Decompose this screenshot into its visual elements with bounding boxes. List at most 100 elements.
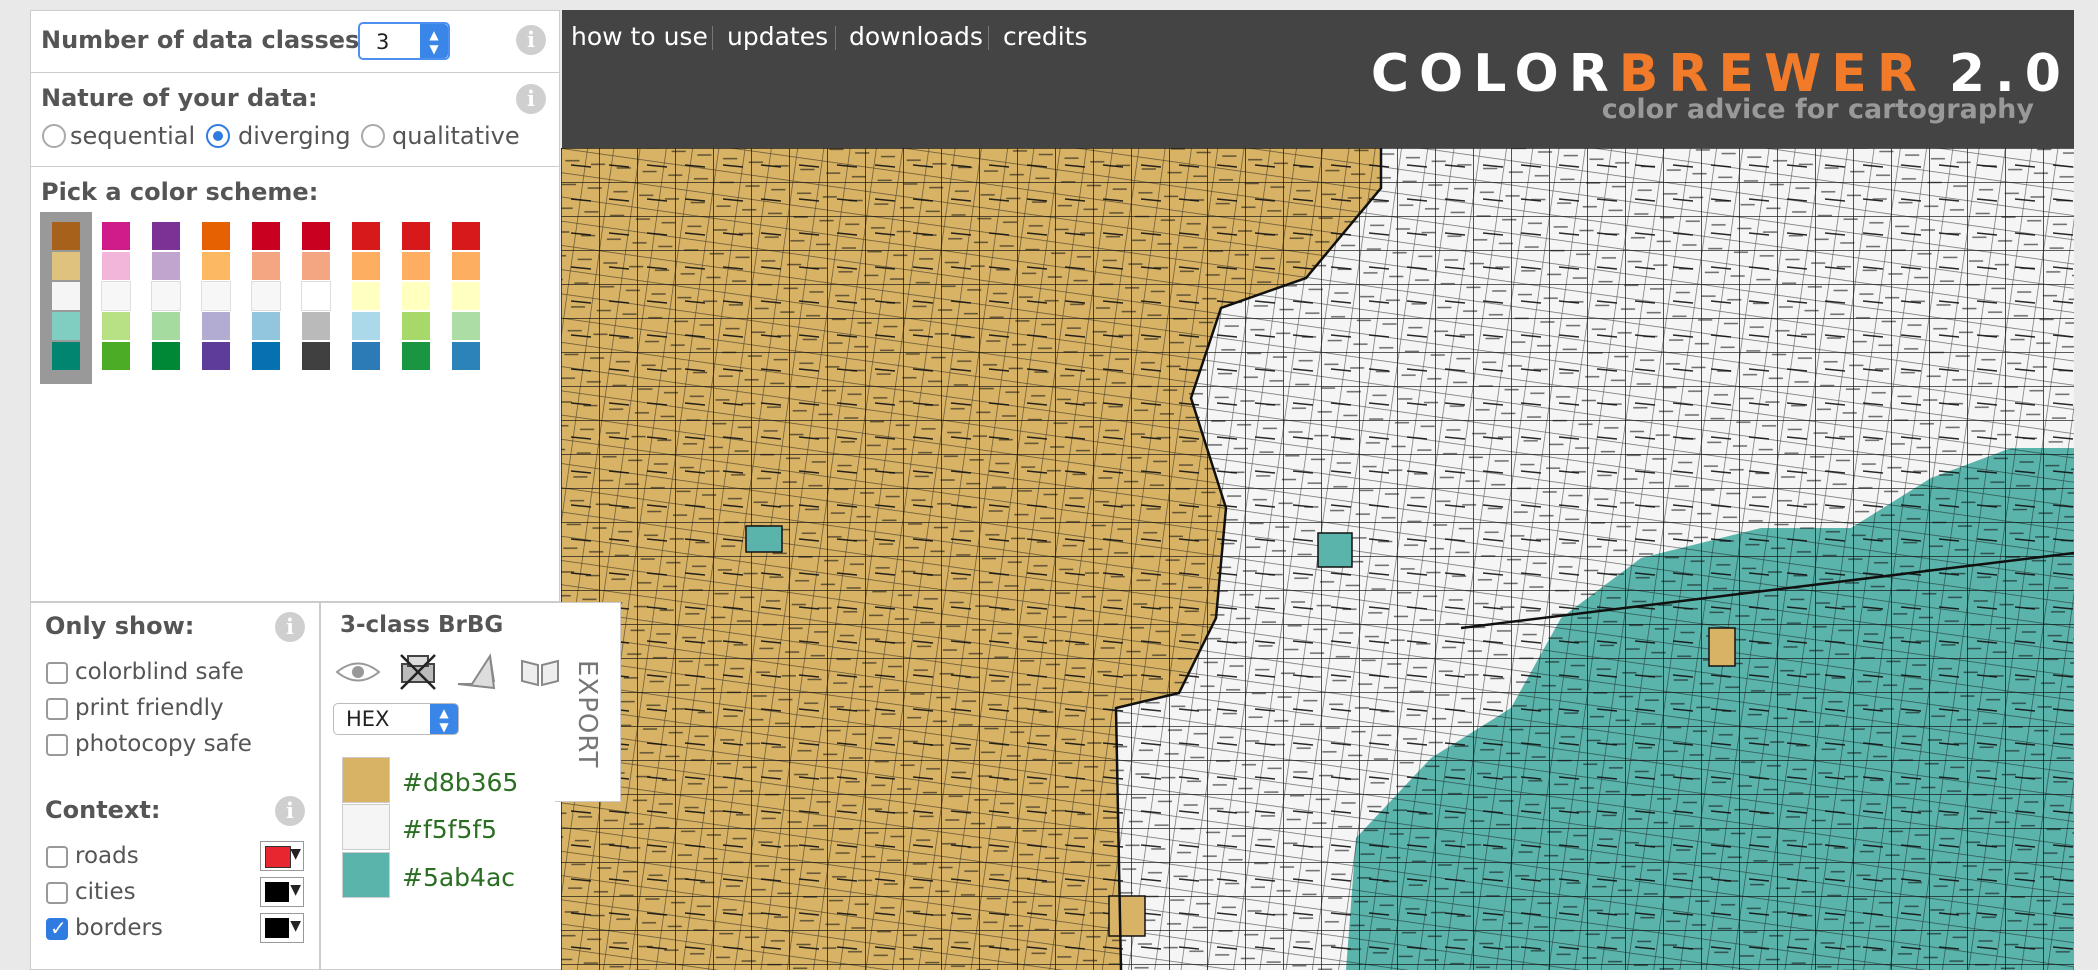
eye-icon[interactable]	[334, 657, 382, 687]
colorblind-safe-label: colorblind safe	[75, 659, 244, 685]
radio-sequential[interactable]	[42, 124, 66, 148]
nav-credits[interactable]: credits	[1003, 22, 1088, 51]
num-classes-select[interactable]: 3 ▲ ▼	[358, 22, 450, 60]
nav-downloads[interactable]: downloads	[849, 22, 983, 51]
scheme-swatch	[452, 282, 480, 310]
scheme-swatch	[101, 281, 131, 311]
book-icon[interactable]	[518, 657, 562, 689]
legend-hex-3[interactable]: #5ab4ac	[402, 863, 515, 892]
legend-hex-1[interactable]: #d8b365	[402, 768, 518, 797]
scheme-swatch	[201, 281, 231, 311]
scheme-swatch	[302, 342, 330, 370]
chevron-down-icon: ▼	[290, 846, 301, 862]
scheme-swatch	[402, 252, 430, 280]
nav-separator	[835, 26, 836, 50]
print-friendly-checkbox[interactable]	[46, 698, 68, 720]
scheme-swatch	[402, 312, 430, 340]
scheme-swatch	[152, 252, 180, 280]
roads-color-picker[interactable]: ▼	[260, 841, 304, 871]
nav-how-to-use[interactable]: how to use	[571, 22, 708, 51]
radio-diverging[interactable]	[206, 124, 230, 148]
nav-separator	[988, 26, 989, 50]
scheme-swatch	[251, 281, 281, 311]
scheme-rdylbu[interactable]	[350, 222, 382, 372]
colorblind-safe-checkbox[interactable]	[46, 662, 68, 684]
scheme-swatch	[352, 222, 380, 250]
cities-color-picker[interactable]: ▼	[260, 877, 304, 907]
scheme-swatch	[302, 312, 330, 340]
photocopy-safe-checkbox[interactable]	[46, 734, 68, 756]
format-select[interactable]: HEX ▲ ▼	[333, 703, 459, 735]
nav-separator	[712, 26, 713, 50]
photocopy-safe-label: photocopy safe	[75, 731, 252, 757]
borders-color-swatch	[265, 918, 289, 938]
scheme-swatch	[302, 222, 330, 250]
laptop-icon[interactable]	[454, 652, 500, 692]
legend-swatch-3	[342, 852, 390, 898]
scheme-swatch	[402, 282, 430, 310]
scheme-swatch	[102, 312, 130, 340]
info-icon[interactable]: i	[275, 612, 305, 642]
borders-label: borders	[75, 915, 163, 941]
scheme-swatch	[151, 281, 181, 311]
nav-updates[interactable]: updates	[727, 22, 828, 51]
map-county-high	[1317, 532, 1353, 568]
scheme-swatch	[202, 342, 230, 370]
printer-crossed-icon[interactable]	[398, 652, 438, 692]
scheme-swatch	[52, 252, 80, 280]
borders-color-picker[interactable]: ▼	[260, 913, 304, 943]
scheme-swatch	[252, 222, 280, 250]
scheme-piyg[interactable]	[100, 222, 132, 372]
radio-qualitative[interactable]	[361, 124, 385, 148]
scheme-rdbu[interactable]	[250, 222, 282, 372]
divider	[31, 166, 559, 167]
scheme-swatch	[102, 222, 130, 250]
scheme-swatch	[452, 252, 480, 280]
export-label[interactable]: EXPORT	[572, 660, 602, 768]
map-county-low	[1708, 627, 1736, 667]
scheme-swatch	[52, 312, 80, 340]
print-friendly-label: print friendly	[75, 695, 224, 721]
scheme-brbg[interactable]	[50, 222, 82, 372]
roads-checkbox[interactable]	[46, 846, 68, 868]
scheme-swatch	[202, 312, 230, 340]
scheme-swatch	[102, 252, 130, 280]
cities-checkbox[interactable]	[46, 882, 68, 904]
scheme-spectral[interactable]	[450, 222, 482, 372]
scheme-swatch	[152, 342, 180, 370]
info-icon[interactable]: i	[516, 25, 546, 55]
scheme-swatch	[202, 222, 230, 250]
scheme-swatch	[352, 342, 380, 370]
scheme-swatch	[402, 342, 430, 370]
map-county-high	[745, 525, 783, 553]
legend-hex-2[interactable]: #f5f5f5	[402, 815, 497, 844]
scheme-prgn[interactable]	[150, 222, 182, 372]
scheme-puor[interactable]	[200, 222, 232, 372]
scheme-rdgy[interactable]	[300, 222, 332, 372]
scheme-swatch	[402, 222, 430, 250]
map-view[interactable]	[561, 148, 2074, 970]
chevron-updown-icon: ▲ ▼	[430, 704, 458, 734]
scheme-swatch	[202, 252, 230, 280]
scheme-swatch	[352, 282, 380, 310]
num-classes-value: 3	[376, 30, 390, 54]
chevron-down-icon: ▼	[290, 918, 301, 934]
legend-swatch-1	[342, 757, 390, 803]
scheme-rdylgn[interactable]	[400, 222, 432, 372]
cities-label: cities	[75, 879, 136, 905]
context-label: Context:	[45, 796, 161, 824]
scheme-swatch	[352, 252, 380, 280]
scheme-swatch	[252, 312, 280, 340]
scheme-swatch	[301, 281, 331, 311]
info-icon[interactable]: i	[516, 84, 546, 114]
scheme-swatch	[102, 342, 130, 370]
roads-label: roads	[75, 843, 139, 869]
scheme-swatch	[452, 312, 480, 340]
brand-title-color: COLOR	[1370, 44, 1619, 104]
legend-swatch-2	[342, 804, 390, 850]
radio-sequential-label: sequential	[70, 122, 196, 150]
scheme-swatch	[52, 222, 80, 250]
info-icon[interactable]: i	[275, 796, 305, 826]
scheme-swatch	[452, 342, 480, 370]
borders-checkbox[interactable]	[46, 916, 68, 940]
